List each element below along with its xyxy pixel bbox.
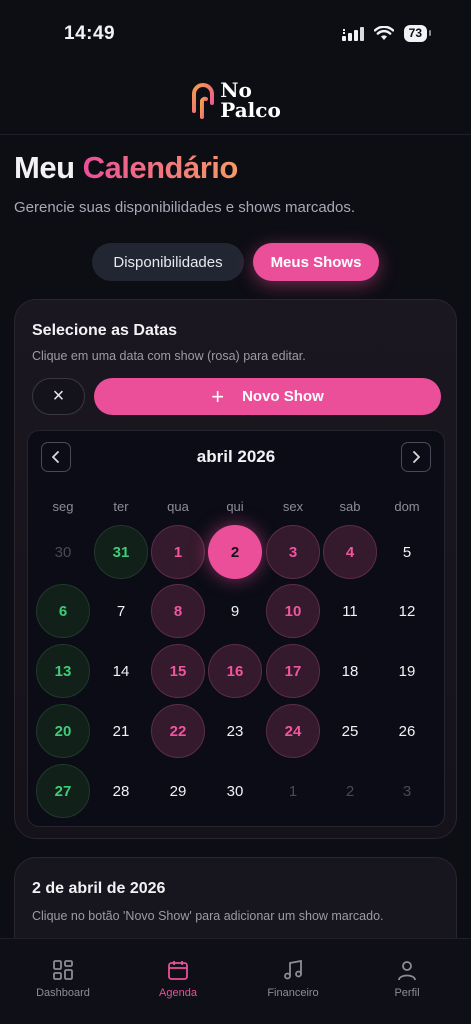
status-bar: 14:49 73 bbox=[0, 0, 471, 70]
calendar-day[interactable]: 22 bbox=[151, 704, 205, 758]
tab-dashboard[interactable]: Dashboard bbox=[18, 959, 108, 999]
tab-perfil[interactable]: Perfil bbox=[362, 959, 452, 999]
signal-icon bbox=[341, 26, 364, 41]
calendar-day[interactable]: 16 bbox=[208, 644, 262, 698]
page-title: Meu Calendário bbox=[14, 150, 238, 185]
tab-label: Financeiro bbox=[267, 987, 319, 999]
calendar-day[interactable]: 23 bbox=[208, 704, 262, 758]
tab-financeiro[interactable]: Financeiro bbox=[248, 959, 338, 999]
calendar-day[interactable]: 11 bbox=[323, 584, 377, 638]
calendar-day[interactable]: 8 bbox=[151, 584, 205, 638]
calendar-day[interactable]: 4 bbox=[323, 525, 377, 579]
calendar-day[interactable]: 14 bbox=[94, 644, 148, 698]
calendar: abril 2026 seg ter qua qui sex sab dom 30 31 1 2 3 4… bbox=[27, 430, 445, 827]
wifi-icon bbox=[373, 26, 394, 40]
calendar-day[interactable]: 2 bbox=[208, 525, 262, 579]
logo-mark-icon bbox=[192, 83, 215, 119]
calendar-day[interactable]: 26 bbox=[380, 704, 434, 758]
tab-label: Perfil bbox=[394, 987, 420, 999]
calendar-day[interactable]: 30 bbox=[36, 525, 90, 579]
status-icons: 73 bbox=[341, 25, 432, 42]
calendar-day[interactable]: 31 bbox=[94, 525, 148, 579]
calendar-day[interactable]: 1 bbox=[151, 525, 205, 579]
close-icon: × bbox=[52, 385, 65, 407]
calendar-day[interactable]: 30 bbox=[208, 764, 262, 818]
status-time: 14:49 bbox=[64, 23, 116, 44]
header-divider bbox=[0, 134, 471, 135]
calendar-day[interactable]: 29 bbox=[151, 764, 205, 818]
battery-indicator: 73 bbox=[403, 25, 432, 42]
weekday-label: seg bbox=[52, 499, 74, 514]
chevron-right-icon bbox=[413, 451, 420, 463]
brand-name: No Palco bbox=[220, 78, 281, 122]
new-show-button[interactable]: + Novo Show bbox=[94, 378, 441, 415]
new-show-label: Novo Show bbox=[242, 388, 324, 405]
calendar-day[interactable]: 18 bbox=[323, 644, 377, 698]
next-month-button[interactable] bbox=[401, 442, 431, 472]
calendar-day[interactable]: 6 bbox=[36, 584, 90, 638]
weekday-label: sex bbox=[282, 499, 304, 514]
user-icon bbox=[398, 961, 416, 981]
calendar-day[interactable]: 28 bbox=[94, 764, 148, 818]
dashboard-icon bbox=[53, 960, 73, 980]
calendar-day[interactable]: 12 bbox=[380, 584, 434, 638]
calendar-day[interactable]: 17 bbox=[266, 644, 320, 698]
calendar-day[interactable]: 27 bbox=[36, 764, 90, 818]
calendar-day[interactable]: 9 bbox=[208, 584, 262, 638]
tab-label: Dashboard bbox=[36, 987, 90, 999]
calendar-day[interactable]: 25 bbox=[323, 704, 377, 758]
calendar-day[interactable]: 7 bbox=[94, 584, 148, 638]
tab-my-shows[interactable]: Meus Shows bbox=[253, 243, 379, 281]
card-hint: Clique em uma data com show (rosa) para … bbox=[32, 349, 306, 363]
clear-selection-button[interactable]: × bbox=[32, 378, 85, 415]
calendar-day[interactable]: 13 bbox=[36, 644, 90, 698]
calendar-day[interactable]: 1 bbox=[266, 764, 320, 818]
tab-label: Agenda bbox=[159, 987, 197, 999]
calendar-day[interactable]: 20 bbox=[36, 704, 90, 758]
calendar-day[interactable]: 10 bbox=[266, 584, 320, 638]
calendar-day[interactable]: 3 bbox=[266, 525, 320, 579]
selected-date-title: 2 de abril de 2026 bbox=[32, 880, 166, 897]
music-note-icon bbox=[284, 959, 302, 980]
weekday-label: ter bbox=[113, 499, 129, 514]
plus-icon: + bbox=[211, 383, 225, 409]
brand-logo: No Palco bbox=[0, 80, 471, 120]
tab-agenda[interactable]: Agenda bbox=[133, 959, 223, 999]
tab-availability[interactable]: Disponibilidades bbox=[92, 243, 244, 281]
month-label: abril 2026 bbox=[196, 447, 276, 466]
calendar-day[interactable]: 5 bbox=[380, 525, 434, 579]
card-title: Selecione as Datas bbox=[32, 322, 177, 339]
weekday-label: sab bbox=[339, 499, 361, 514]
calendar-day[interactable]: 24 bbox=[266, 704, 320, 758]
date-selector-card: Selecione as Datas Clique em uma data co… bbox=[14, 299, 457, 839]
calendar-day[interactable]: 19 bbox=[380, 644, 434, 698]
calendar-day[interactable]: 3 bbox=[380, 764, 434, 818]
calendar-icon bbox=[168, 961, 188, 980]
calendar-day[interactable]: 15 bbox=[151, 644, 205, 698]
bottom-tab-bar: Dashboard Agenda Financeiro Perfil bbox=[0, 938, 471, 1024]
page-subtitle: Gerencie suas disponibilidades e shows m… bbox=[14, 199, 356, 216]
selected-date-hint: Clique no botão 'Novo Show' para adicion… bbox=[32, 909, 384, 923]
weekday-label: qui bbox=[226, 499, 244, 514]
calendar-day[interactable]: 2 bbox=[323, 764, 377, 818]
calendar-day[interactable]: 21 bbox=[94, 704, 148, 758]
weekday-label: dom bbox=[394, 499, 420, 514]
weekday-label: qua bbox=[167, 499, 189, 514]
